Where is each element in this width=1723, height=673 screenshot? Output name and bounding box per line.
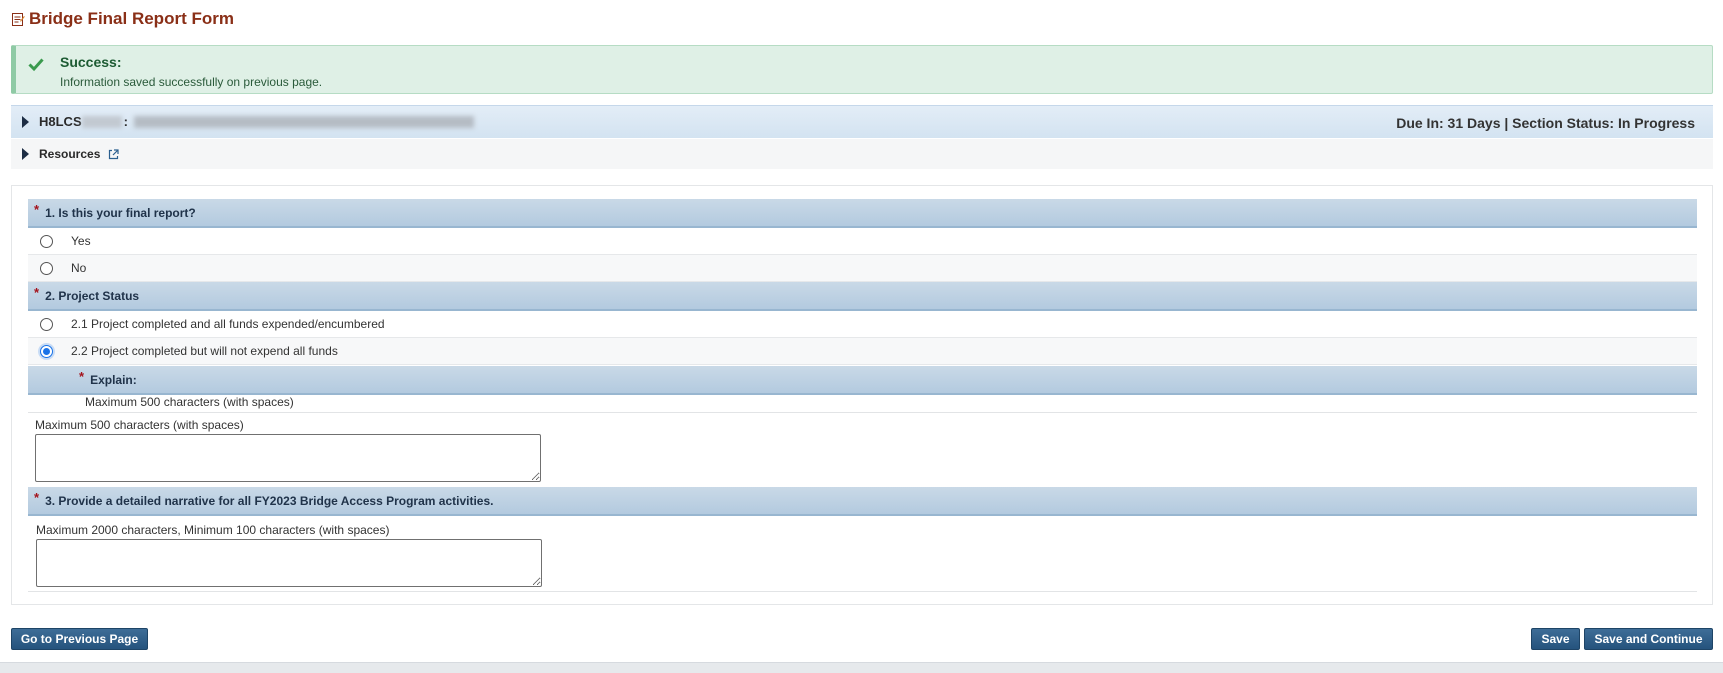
- q1-option-yes[interactable]: Yes: [28, 228, 1697, 255]
- expand-triangle-icon[interactable]: [22, 116, 29, 128]
- q2-option-2-1[interactable]: 2.1 Project completed and all funds expe…: [28, 311, 1697, 338]
- success-alert: Success: Information saved successfully …: [11, 45, 1713, 94]
- page-header: Bridge Final Report Form: [11, 8, 234, 30]
- page-footer-strip: [0, 662, 1723, 673]
- alert-message: Information saved successfully on previo…: [60, 75, 323, 89]
- required-asterisk: *: [34, 285, 40, 300]
- grant-id-separator: :: [123, 114, 128, 129]
- divider: [28, 591, 1697, 592]
- grant-id-prefix: H8LCS: [39, 114, 82, 129]
- grant-identifier: H8LCS :: [39, 114, 474, 129]
- question-1-label: 1. Is this your final report?: [45, 205, 196, 220]
- section-status: Due In: 31 Days | Section Status: In Pro…: [1396, 115, 1695, 131]
- redacted-grant-number: [81, 115, 122, 128]
- required-asterisk: *: [79, 369, 85, 384]
- resources-bar[interactable]: Resources: [11, 139, 1713, 169]
- q1-option-no[interactable]: No: [28, 255, 1697, 282]
- question-3-label: 3. Provide a detailed narrative for all …: [45, 493, 494, 508]
- divider: [28, 412, 1697, 413]
- narrative-textarea[interactable]: [36, 539, 542, 587]
- resources-label: Resources: [39, 147, 101, 161]
- q3-field-note: Maximum 2000 characters, Minimum 100 cha…: [36, 523, 390, 537]
- q1-yes-radio[interactable]: [40, 234, 53, 248]
- q2-option-2-1-radio[interactable]: [40, 317, 53, 331]
- question-3-header: * 3. Provide a detailed narrative for al…: [28, 487, 1697, 516]
- page-title: Bridge Final Report Form: [29, 9, 234, 28]
- required-asterisk: *: [34, 490, 40, 505]
- resources-link[interactable]: Resources: [39, 147, 119, 161]
- expand-triangle-icon[interactable]: [22, 148, 29, 160]
- alert-title: Success:: [60, 54, 122, 70]
- form-icon: [11, 12, 25, 26]
- grant-info-bar[interactable]: H8LCS : Due In: 31 Days | Section Status…: [11, 105, 1713, 138]
- q2-option-2-2[interactable]: 2.2 Project completed but will not expen…: [28, 338, 1697, 365]
- checkmark-icon: [28, 56, 44, 72]
- explain-note: Maximum 500 characters (with spaces): [85, 395, 294, 409]
- question-2-label: 2. Project Status: [45, 288, 140, 303]
- save-and-continue-button[interactable]: Save and Continue: [1584, 628, 1713, 650]
- q1-yes-label: Yes: [71, 234, 91, 248]
- explain-label: Explain:: [90, 372, 137, 387]
- question-2-header: * 2. Project Status: [28, 282, 1697, 311]
- q1-no-label: No: [71, 261, 87, 275]
- explain-header: * Explain:: [28, 366, 1697, 395]
- previous-page-button[interactable]: Go to Previous Page: [11, 628, 148, 650]
- q2-option-2-2-radio[interactable]: [40, 344, 53, 358]
- q2-option-2-1-label: 2.1 Project completed and all funds expe…: [71, 317, 385, 331]
- form-panel: * 1. Is this your final report? Yes No *…: [11, 185, 1713, 605]
- explain-field-note: Maximum 500 characters (with spaces): [35, 418, 244, 432]
- save-button[interactable]: Save: [1531, 628, 1580, 650]
- question-1-header: * 1. Is this your final report?: [28, 199, 1697, 228]
- q2-option-2-2-label: 2.2 Project completed but will not expen…: [71, 344, 338, 358]
- q1-no-radio[interactable]: [40, 261, 53, 275]
- redacted-grant-title: [133, 115, 474, 128]
- external-link-icon[interactable]: [108, 148, 119, 160]
- explain-textarea[interactable]: [35, 434, 541, 482]
- required-asterisk: *: [34, 202, 40, 217]
